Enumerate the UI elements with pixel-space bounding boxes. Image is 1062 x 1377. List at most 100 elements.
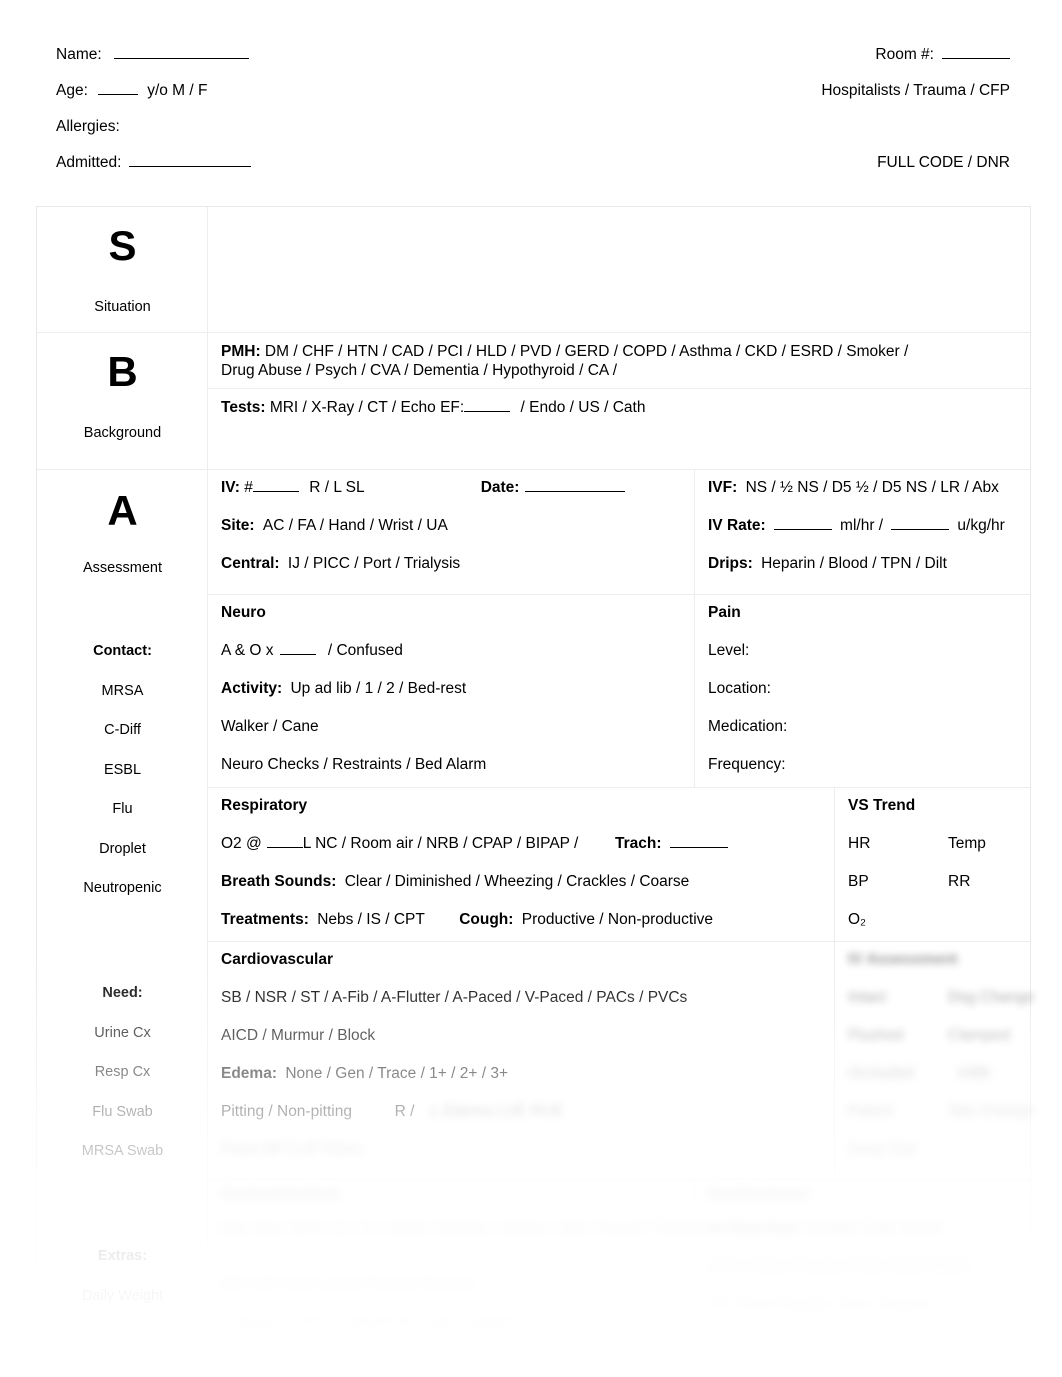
vs-trend-title: VS Trend [848, 797, 916, 814]
iv-faded-row-1-left[interactable]: Flushed [848, 1027, 903, 1045]
iv-ivf-block: IV: # R / L SL Date: Site: AC / FA / Han… [208, 470, 1030, 595]
vs-temp-label[interactable]: Temp [948, 835, 986, 853]
situation-notes-area[interactable] [208, 207, 1030, 333]
activity-options[interactable]: Up ad lib / 1 / 2 / Bed-rest [290, 680, 466, 697]
pain-location-label[interactable]: Location: [708, 680, 771, 698]
pmh-options-1[interactable]: DM / CHF / HTN / CAD / PCI / HLD / PVD /… [265, 343, 908, 360]
iv-rate-blank-2[interactable] [891, 529, 950, 530]
gi-bm-options[interactable]: BM Soft Hard Loose Formed Melena [221, 1276, 473, 1294]
edema-options[interactable]: None / Gen / Trace / 1+ / 2+ / 3+ [285, 1065, 508, 1082]
admitted-input-blank[interactable] [129, 166, 252, 167]
cough-options[interactable]: Productive / Non-productive [522, 911, 713, 928]
ao-prefix: A & O x [221, 642, 274, 659]
tests-options-pre[interactable]: MRI / X-Ray / CT / Echo EF: [270, 399, 464, 416]
treatments-options[interactable]: Nebs / IS / CPT [317, 911, 424, 928]
background-letterbox: B Background [37, 333, 208, 470]
iv-faded-row-2-left[interactable]: Occluded [848, 1065, 913, 1083]
code-status[interactable]: FULL CODE / DNR [877, 154, 1010, 172]
activity-label: Activity: [221, 680, 283, 697]
cardiac-faded-row[interactable]: Pulse BP Cuff Telem [221, 1141, 362, 1159]
gi-tube-options[interactable]: Colostomy PEG Dobhoff NG Tube LastBM [221, 1314, 513, 1332]
cardiovascular-right-divider [834, 942, 835, 1180]
sidebar-item-neutropenic[interactable]: Neutropenic [37, 869, 208, 909]
gi-gu-block: Gastrointestinal Diet: Reg / NPO / CL / … [208, 1180, 1030, 1352]
pmh-line-1: PMH: DM / CHF / HTN / CAD / PCI / HLD / … [221, 343, 908, 361]
trach-blank[interactable] [669, 847, 728, 848]
cardiac-rhythm-options[interactable]: SB / NSR / ST / A-Fib / A-Flutter / A-Pa… [221, 989, 687, 1007]
sidebar-item-cdiff[interactable]: C-Diff [37, 711, 208, 751]
gu-urine-options[interactable]: Urine Clear Cloudy Amber Dark Blood [708, 1258, 969, 1276]
iv-faded-row-1-right[interactable]: Clamped [948, 1027, 1010, 1045]
iv-faded-row-2-right[interactable]: Infiltr [958, 1065, 992, 1083]
iv-faded-row-3-right[interactable]: Site Change [948, 1103, 1033, 1121]
o2-flow-blank[interactable] [266, 847, 303, 848]
neuro-pain-divider [694, 595, 695, 788]
name-input-blank[interactable] [113, 58, 249, 59]
iv-date-label: Date: [480, 479, 520, 496]
vs-bp-label[interactable]: BP [848, 873, 869, 891]
ao-suffix[interactable]: / Confused [328, 642, 403, 659]
iv-faded-row-0-left[interactable]: Intact [848, 989, 886, 1007]
gu-dialysis-options[interactable]: HD Shunt Bladder Scan Dialysis [708, 1296, 930, 1314]
sidebar-item-mrsa[interactable]: MRSA [37, 672, 208, 712]
neuro-checks-options[interactable]: Neuro Checks / Restraints / Bed Alarm [221, 756, 486, 774]
iv-rate-blank-1[interactable] [773, 529, 832, 530]
iv-count-blank[interactable] [252, 491, 299, 492]
iv-faded-row-4-left[interactable]: Good Site [848, 1141, 917, 1159]
cough-label: Cough: [459, 911, 514, 928]
gi-title: Gastrointestinal [221, 1186, 339, 1203]
iv-faded-row-3-left[interactable]: Patent [848, 1103, 893, 1121]
pitting-faded-tail[interactable]: L Edema LUE RUE [431, 1103, 564, 1120]
gu-voiding-options[interactable]: Voiding Foley Straight Cath Incont [708, 1220, 942, 1238]
respiratory-vs-block: Respiratory O2 @ L NC / Room air / NRB / … [208, 788, 1030, 942]
sidebar-item-droplet[interactable]: Droplet [37, 830, 208, 870]
ao-blank[interactable] [279, 654, 316, 655]
breath-sounds-label: Breath Sounds: [221, 873, 337, 890]
iv-sides[interactable]: R / L SL [309, 479, 364, 496]
cardiac-devices-options[interactable]: AICD / Murmur / Block [221, 1027, 375, 1045]
drips-options[interactable]: Heparin / Blood / TPN / Dilt [761, 555, 947, 572]
pain-level-label[interactable]: Level: [708, 642, 749, 660]
pitting-side-label[interactable]: R / [395, 1103, 415, 1120]
sidebar-item-urine-cx[interactable]: Urine Cx [37, 1014, 208, 1054]
pitting-options[interactable]: Pitting / Non-pitting [221, 1103, 352, 1120]
pmh-block: PMH: DM / CHF / HTN / CAD / PCI / HLD / … [208, 333, 1030, 389]
vs-rr-label[interactable]: RR [948, 873, 970, 891]
site-line: Site: AC / FA / Hand / Wrist / UA [221, 517, 448, 535]
pmh-options-2[interactable]: Drug Abuse / Psych / CVA / Dementia / Hy… [221, 362, 617, 380]
central-options[interactable]: IJ / PICC / Port / Trialysis [288, 555, 460, 572]
age-suffix[interactable]: y/o M / F [147, 82, 207, 99]
sidebar-item-daily-weight[interactable]: Daily Weight [37, 1277, 208, 1317]
iv-faded-row-0-right[interactable]: Dsg Change [948, 989, 1034, 1007]
iv-rate-line: IV Rate: ml/hr / u/kg/hr [708, 517, 1005, 535]
extras-list: Extras: Daily Weight [37, 1237, 208, 1316]
pain-medication-label[interactable]: Medication: [708, 718, 787, 736]
site-options[interactable]: AC / FA / Hand / Wrist / UA [263, 517, 448, 534]
age-input-blank[interactable] [97, 94, 138, 95]
ivf-options[interactable]: NS / ½ NS / D5 ½ / D5 NS / LR / Abx [746, 479, 999, 496]
sbar-left-column: S Situation B Background A Assessment Co… [37, 207, 208, 1350]
pain-frequency-label[interactable]: Frequency: [708, 756, 786, 774]
vs-hr-label[interactable]: HR [848, 835, 870, 853]
o2-options[interactable]: L NC / Room air / NRB / CPAP / BIPAP / [303, 835, 579, 852]
tests-options-post[interactable]: / Endo / US / Cath [521, 399, 646, 416]
iv-assessment-faded-title: IV Assessment [848, 951, 958, 968]
respiratory-breath-line: Breath Sounds: Clear / Diminished / Whee… [221, 873, 689, 891]
o2-prefix: O2 @ [221, 835, 262, 852]
vs-o2-label[interactable]: O₂ [848, 911, 866, 929]
header-row-name: Name: Room #: [56, 46, 1010, 82]
room-input-blank[interactable] [942, 58, 1010, 59]
neuro-assist-options[interactable]: Walker / Cane [221, 718, 319, 736]
sidebar-item-flu-swab[interactable]: Flu Swab [37, 1093, 208, 1133]
echo-ef-blank[interactable] [464, 411, 511, 412]
breath-sounds-options[interactable]: Clear / Diminished / Wheezing / Crackles… [345, 873, 690, 890]
iv-date-blank[interactable] [525, 491, 626, 492]
sidebar-item-esbl[interactable]: ESBL [37, 751, 208, 791]
sidebar-item-mrsa-swab[interactable]: MRSA Swab [37, 1132, 208, 1172]
respiratory-treatments-line: Treatments: Nebs / IS / CPT Cough: Produ… [221, 911, 713, 929]
service-line[interactable]: Hospitalists / Trauma / CFP [821, 82, 1010, 100]
sidebar-item-resp-cx[interactable]: Resp Cx [37, 1053, 208, 1093]
need-list: Need: Urine Cx Resp Cx Flu Swab MRSA Swa… [37, 974, 208, 1172]
cardiovascular-block: Cardiovascular SB / NSR / ST / A-Fib / A… [208, 942, 1034, 1180]
sidebar-item-flu[interactable]: Flu [37, 790, 208, 830]
